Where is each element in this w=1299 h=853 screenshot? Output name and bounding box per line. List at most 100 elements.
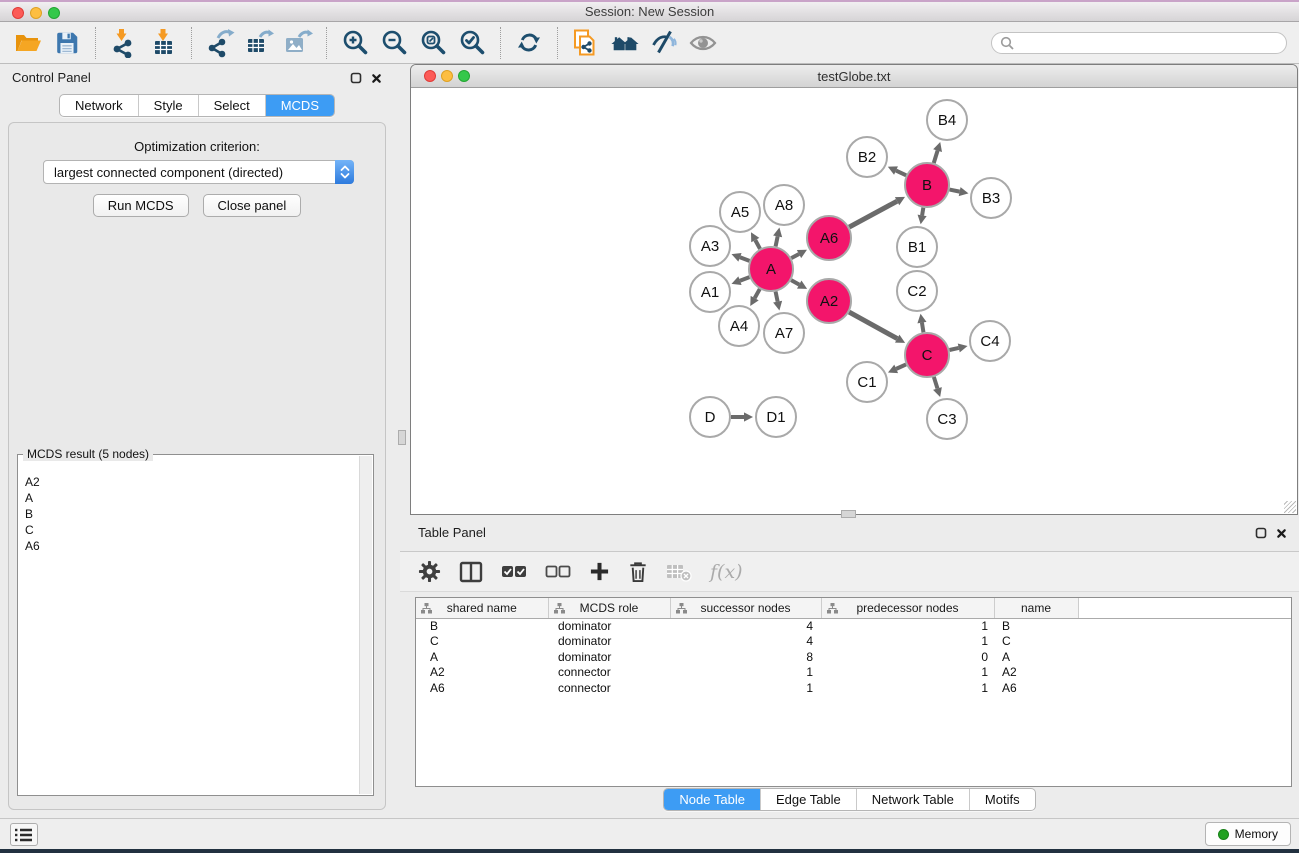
graph-edge-B-B1[interactable] — [922, 208, 923, 216]
delete-column-button[interactable] — [628, 560, 648, 583]
graph-edge-C-C3[interactable] — [934, 377, 938, 389]
graph-edge-A-A6[interactable] — [791, 254, 799, 258]
open-session-button[interactable] — [10, 25, 46, 61]
dropdown-stepper-icon[interactable] — [335, 160, 354, 184]
tab-edge-table[interactable]: Edge Table — [760, 789, 856, 810]
tab-select[interactable]: Select — [198, 95, 265, 116]
cell-predecessor-nodes[interactable]: 0 — [821, 650, 994, 666]
tab-mcds[interactable]: MCDS — [265, 95, 334, 116]
cell-predecessor-nodes[interactable]: 1 — [821, 665, 994, 681]
close-panel-icon[interactable] — [1276, 526, 1287, 544]
import-network-button[interactable] — [106, 25, 142, 61]
cell-successor-nodes[interactable]: 4 — [670, 618, 821, 634]
tab-motifs[interactable]: Motifs — [969, 789, 1035, 810]
cell-shared-name[interactable]: C — [416, 634, 548, 650]
cell-successor-nodes[interactable]: 1 — [670, 681, 821, 697]
cell-predecessor-nodes[interactable]: 1 — [821, 681, 994, 697]
zoom-in-button[interactable] — [337, 25, 373, 61]
memory-button[interactable]: Memory — [1205, 822, 1291, 846]
vertical-splitter-grip[interactable] — [398, 430, 406, 445]
zoom-fit-button[interactable] — [415, 25, 451, 61]
table-row[interactable]: Adominator80A — [416, 650, 1291, 666]
graph-edge-A6-B[interactable] — [849, 201, 897, 227]
run-mcds-button[interactable]: Run MCDS — [93, 194, 189, 217]
tab-node-table[interactable]: Node Table — [664, 789, 760, 810]
show-graphics-details-button[interactable] — [685, 25, 721, 61]
show-columns-button[interactable] — [459, 561, 483, 583]
mcds-result-item[interactable]: A2 — [25, 474, 358, 490]
column-header-successor-nodes[interactable]: successor nodes — [670, 598, 821, 618]
graph-edge-B-B3[interactable] — [950, 190, 960, 192]
network-canvas[interactable]: AA1A2A3A4A5A6A7A8BB1B2B3B4CC1C2C3C4DD1 — [411, 88, 1297, 514]
mcds-result-scrollbar[interactable] — [359, 456, 372, 794]
zoom-selected-button[interactable] — [454, 25, 490, 61]
cell-predecessor-nodes[interactable]: 1 — [821, 634, 994, 650]
float-panel-icon[interactable] — [350, 71, 362, 89]
deselect-all-button[interactable] — [545, 563, 571, 581]
save-session-button[interactable] — [49, 25, 85, 61]
show-panels-button[interactable] — [10, 823, 38, 846]
column-header-predecessor-nodes[interactable]: predecessor nodes — [821, 598, 994, 618]
home-button[interactable] — [607, 25, 643, 61]
search-input[interactable] — [1019, 35, 1278, 51]
cell-shared-name[interactable]: A2 — [416, 665, 548, 681]
close-panel-button[interactable]: Close panel — [203, 194, 302, 217]
float-panel-icon[interactable] — [1255, 526, 1267, 544]
tab-style[interactable]: Style — [138, 95, 198, 116]
horizontal-splitter-grip[interactable] — [841, 510, 856, 518]
window-resize-grip[interactable] — [1284, 501, 1296, 513]
cell-shared-name[interactable]: A6 — [416, 681, 548, 697]
export-network-button[interactable] — [202, 25, 238, 61]
apply-layout-button[interactable] — [511, 25, 547, 61]
export-image-button[interactable] — [280, 25, 316, 61]
cell-successor-nodes[interactable]: 1 — [670, 665, 821, 681]
hide-graphics-details-button[interactable] — [646, 25, 682, 61]
graph-edge-A-A8[interactable] — [776, 236, 778, 246]
graph-edge-C-C1[interactable] — [896, 364, 906, 368]
graph-edge-B-B2[interactable] — [896, 171, 906, 176]
add-column-button[interactable] — [589, 561, 610, 582]
cell-name[interactable]: A — [994, 650, 1078, 666]
cell-shared-name[interactable]: B — [416, 618, 548, 634]
cell-MCDS-role[interactable]: dominator — [548, 618, 670, 634]
close-panel-icon[interactable] — [371, 71, 382, 89]
export-table-button[interactable] — [241, 25, 277, 61]
criterion-dropdown[interactable]: largest connected component (directed) — [43, 160, 354, 184]
tab-network[interactable]: Network — [60, 95, 138, 116]
cell-predecessor-nodes[interactable]: 1 — [821, 618, 994, 634]
graph-edge-A-A7[interactable] — [776, 292, 778, 302]
table-row[interactable]: A6connector11A6 — [416, 681, 1291, 697]
table-row[interactable]: A2connector11A2 — [416, 665, 1291, 681]
cell-MCDS-role[interactable]: connector — [548, 665, 670, 681]
cell-successor-nodes[interactable]: 4 — [670, 634, 821, 650]
tab-network-table[interactable]: Network Table — [856, 789, 969, 810]
column-header-shared-name[interactable]: shared name — [416, 598, 548, 618]
cell-MCDS-role[interactable]: dominator — [548, 650, 670, 666]
mcds-result-item[interactable]: A6 — [25, 538, 358, 554]
graph-edge-A-A3[interactable] — [740, 257, 750, 261]
mcds-result-item[interactable]: A — [25, 490, 358, 506]
select-all-button[interactable] — [501, 563, 527, 581]
cell-MCDS-role[interactable]: connector — [548, 681, 670, 697]
mcds-result-item[interactable]: B — [25, 506, 358, 522]
cell-shared-name[interactable]: A — [416, 650, 548, 666]
mcds-result-item[interactable]: C — [25, 522, 358, 538]
graph-edge-C-C4[interactable] — [949, 348, 958, 350]
cell-name[interactable]: A2 — [994, 665, 1078, 681]
graph-edge-A-A1[interactable] — [740, 277, 750, 281]
graph-edge-C-C2[interactable] — [922, 323, 924, 333]
graph-edge-B-B4[interactable] — [934, 151, 938, 163]
search-field[interactable] — [991, 32, 1287, 54]
zoom-out-button[interactable] — [376, 25, 412, 61]
column-header-MCDS-role[interactable]: MCDS role — [548, 598, 670, 618]
cell-name[interactable]: B — [994, 618, 1078, 634]
import-table-button[interactable] — [145, 25, 181, 61]
cell-name[interactable]: C — [994, 634, 1078, 650]
function-builder-button[interactable]: f(x) — [710, 561, 743, 583]
table-row[interactable]: Cdominator41C — [416, 634, 1291, 650]
graph-edge-A-A2[interactable] — [791, 280, 799, 284]
table-settings-button[interactable] — [418, 560, 441, 583]
column-header-name[interactable]: name — [994, 598, 1078, 618]
cell-successor-nodes[interactable]: 8 — [670, 650, 821, 666]
delete-table-button[interactable] — [666, 561, 692, 583]
